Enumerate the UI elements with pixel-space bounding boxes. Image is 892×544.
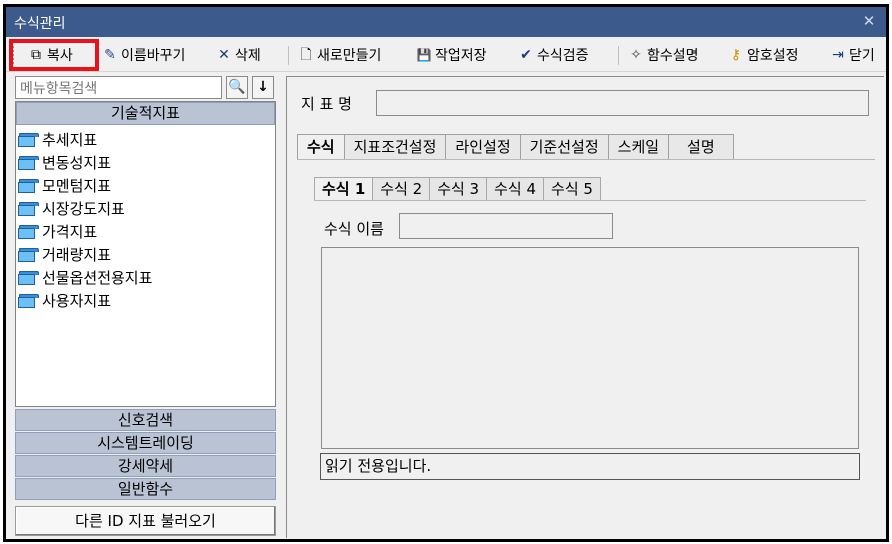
indicator-tree: 기술적지표 추세지표 변동성지표 모멘텀지표 시장강도지표 가격지표 거래량지표… (15, 101, 276, 407)
formula-manager-window: 수식관리 ✕ ⧉ 복사 ✎ 이름바꾸기 ✕ 삭제 🗋 새로만들기 💾 작업저장 … (3, 4, 889, 542)
tree-item-label: 선물옵션전용지표 (42, 269, 153, 287)
tab-description[interactable]: 설명 (668, 134, 734, 160)
category-signal-search[interactable]: 신호검색 (15, 409, 276, 431)
right-panel: 지 표 명 수식 지표조건설정 라인설정 기준선설정 스케일 설명 수식 1 수… (286, 76, 884, 538)
delete-button[interactable]: ✕ 삭제 (216, 44, 261, 66)
category-strength-weakness[interactable]: 강세약세 (15, 455, 276, 477)
tree-item-label: 사용자지표 (42, 292, 112, 310)
tree-item[interactable]: 변동성지표 (18, 151, 275, 174)
toolbar-separator (288, 46, 289, 65)
function-help-button-label: 함수설명 (647, 48, 699, 64)
tab-formula[interactable]: 수식 (297, 134, 345, 160)
exit-door-icon: ⇥ (832, 47, 844, 63)
folder-icon (18, 178, 39, 193)
save-button[interactable]: 💾 작업저장 (416, 44, 487, 66)
subtab-formula-2[interactable]: 수식 2 (372, 177, 431, 201)
folder-icon (18, 132, 39, 147)
tree-item[interactable]: 사용자지표 (18, 289, 275, 312)
password-button-label: 암호설정 (747, 48, 799, 64)
save-button-label: 작업저장 (435, 48, 487, 64)
checkmark-icon: ✔ (520, 47, 532, 63)
category-general-functions[interactable]: 일반함수 (15, 478, 276, 500)
tree-list: 추세지표 변동성지표 모멘텀지표 시장강도지표 가격지표 거래량지표 선물옵션전… (16, 125, 275, 312)
menu-search-input[interactable] (15, 76, 222, 99)
folder-icon (18, 155, 39, 170)
category-header-technical[interactable]: 기술적지표 (16, 102, 275, 125)
formula-name-label: 수식 이름 (324, 220, 384, 238)
formula-editor[interactable] (321, 247, 859, 449)
tree-item-label: 시장강도지표 (42, 200, 125, 218)
tab-scale[interactable]: 스케일 (607, 134, 670, 160)
tab-baseline-settings[interactable]: 기준선설정 (519, 134, 609, 160)
folder-icon (18, 293, 39, 308)
load-other-id-button[interactable]: 다른 ID 지표 불러오기 (15, 506, 276, 536)
tree-item-label: 가격지표 (42, 223, 98, 241)
delete-icon: ✕ (218, 47, 230, 63)
tree-item-label: 거래량지표 (42, 246, 112, 264)
subtabs-divider (314, 200, 866, 201)
key-icon: ⚷ (730, 47, 742, 63)
delete-button-label: 삭제 (235, 48, 261, 64)
tree-item[interactable]: 추세지표 (18, 128, 275, 151)
tree-item[interactable]: 가격지표 (18, 220, 275, 243)
tree-item[interactable]: 시장강도지표 (18, 197, 275, 220)
window-title: 수식관리 (14, 16, 66, 32)
close-icon[interactable]: ✕ (860, 12, 878, 30)
password-button[interactable]: ⚷ 암호설정 (728, 44, 799, 66)
subtab-formula-3[interactable]: 수식 3 (429, 177, 488, 201)
search-icon[interactable]: 🔍 (226, 76, 248, 99)
save-icon: 💾 (416, 48, 432, 62)
arrow-down-icon[interactable]: ↓ (252, 76, 274, 99)
folder-icon (18, 247, 39, 262)
tree-item[interactable]: 모멘텀지표 (18, 174, 275, 197)
folder-icon (18, 201, 39, 216)
main-tabs: 수식 지표조건설정 라인설정 기준선설정 스케일 설명 (297, 134, 734, 160)
left-panel: 🔍 ↓ 기술적지표 추세지표 변동성지표 모멘텀지표 시장강도지표 가격지표 거… (14, 76, 279, 538)
tree-item-label: 모멘텀지표 (42, 177, 112, 195)
tab-line-settings[interactable]: 라인설정 (445, 134, 521, 160)
indicator-name-label: 지 표 명 (301, 95, 352, 113)
close-button[interactable]: ⇥ 닫기 (830, 44, 875, 66)
tree-item[interactable]: 선물옵션전용지표 (18, 266, 275, 289)
rename-button[interactable]: ✎ 이름바꾸기 (102, 44, 185, 66)
verify-formula-button-label: 수식검증 (537, 48, 589, 64)
function-help-button[interactable]: ✧ 함수설명 (628, 44, 699, 66)
subtab-formula-5[interactable]: 수식 5 (543, 177, 601, 201)
toolbar: ⧉ 복사 ✎ 이름바꾸기 ✕ 삭제 🗋 새로만들기 💾 작업저장 ✔ 수식검증 … (6, 37, 886, 72)
formula-name-field[interactable] (399, 213, 613, 239)
folder-icon (18, 224, 39, 239)
folder-icon (18, 270, 39, 285)
new-button[interactable]: 🗋 새로만들기 (298, 44, 381, 66)
tree-item-label: 변동성지표 (42, 154, 112, 172)
new-button-label: 새로만들기 (317, 48, 382, 64)
tree-item[interactable]: 거래량지표 (18, 243, 275, 266)
magic-wand-icon: ✧ (630, 47, 642, 63)
toolbar-separator (618, 46, 619, 65)
rename-button-label: 이름바꾸기 (121, 48, 186, 64)
close-button-label: 닫기 (849, 48, 875, 64)
title-bar[interactable]: 수식관리 ✕ (6, 7, 886, 37)
subtab-formula-1[interactable]: 수식 1 (314, 177, 374, 201)
indicator-name-field[interactable] (376, 90, 869, 116)
subtab-formula-4[interactable]: 수식 4 (486, 177, 545, 201)
new-document-icon: 🗋 (300, 47, 312, 63)
tabs-divider (297, 159, 875, 160)
status-message: 읽기 전용입니다. (320, 453, 860, 480)
category-system-trading[interactable]: 시스템트레이딩 (15, 432, 276, 454)
formula-subtabs: 수식 1 수식 2 수식 3 수식 4 수식 5 (314, 177, 601, 201)
rename-icon: ✎ (104, 47, 116, 63)
tab-indicator-conditions[interactable]: 지표조건설정 (343, 134, 447, 160)
tree-item-label: 추세지표 (42, 131, 98, 149)
verify-formula-button[interactable]: ✔ 수식검증 (518, 44, 589, 66)
copy-button-highlight (9, 39, 99, 71)
